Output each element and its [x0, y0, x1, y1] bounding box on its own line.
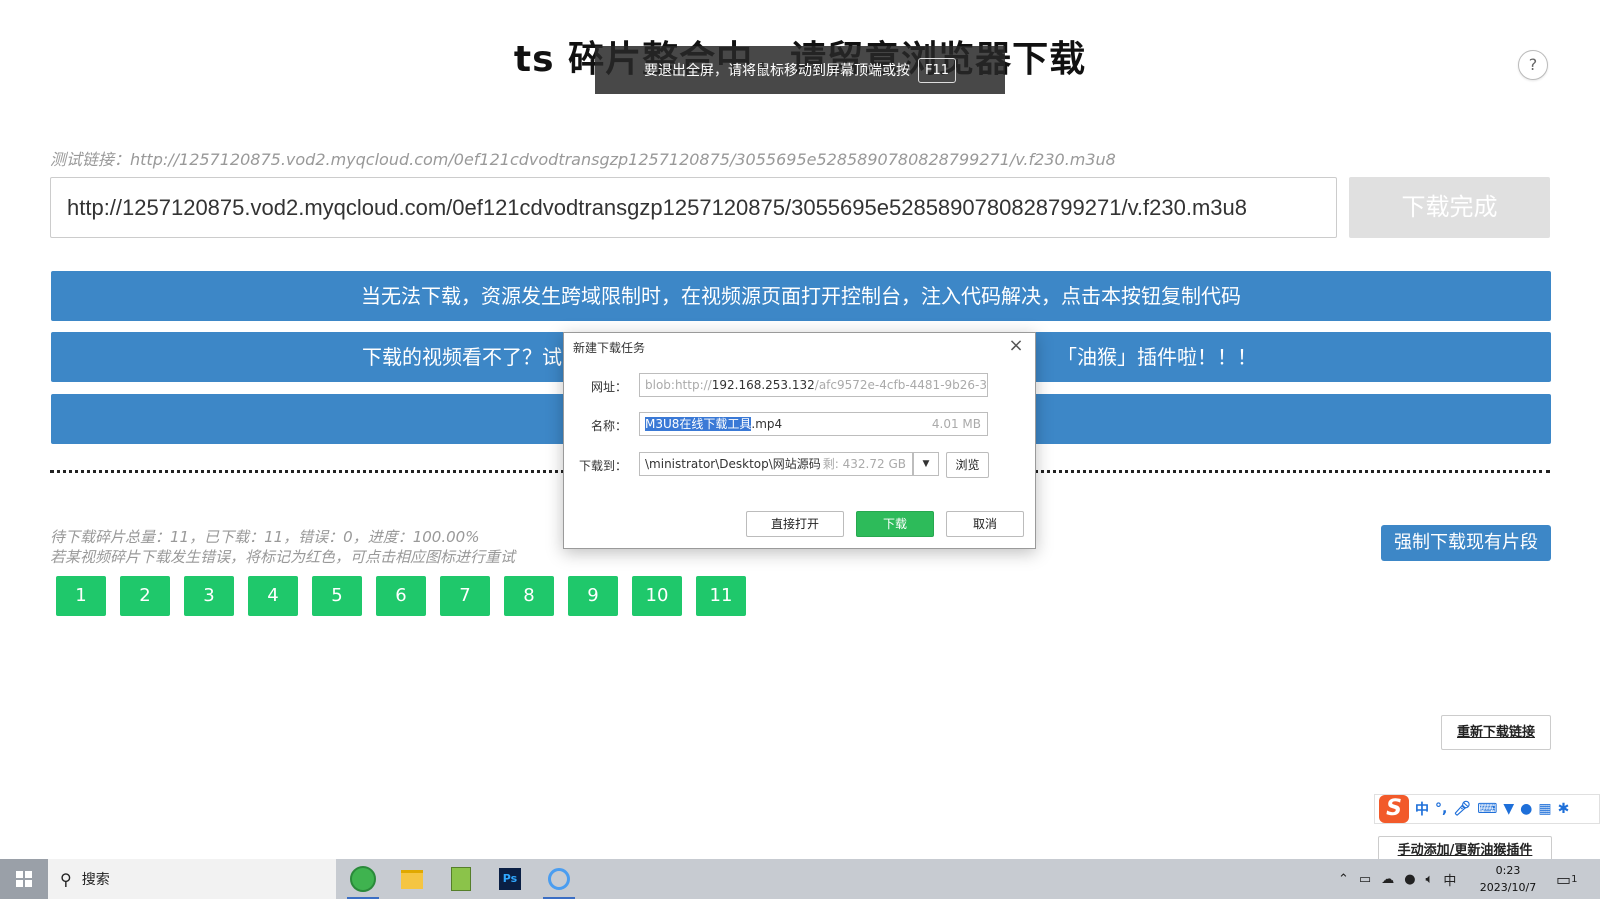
- segment-button[interactable]: 4: [248, 576, 298, 616]
- settings-icon[interactable]: ✱: [1558, 801, 1570, 817]
- download-complete-button[interactable]: 下载完成: [1349, 177, 1550, 238]
- photoshop-icon[interactable]: Ps: [490, 863, 530, 895]
- url-prefix: blob:http://: [645, 378, 712, 392]
- dialog-path-field[interactable]: \ministrator\Desktop\网站源码 剩: 432.72 GB: [639, 452, 913, 476]
- fullscreen-hint-text: 要退出全屏，请将鼠标移动到屏幕顶端或按: [643, 63, 910, 79]
- ime-mode-toggle[interactable]: 中: [1415, 799, 1429, 819]
- taskbar: ⚲ 搜索 Ps ⌃ ▭ ☁ ● 🔈︎ 中 0:23 2023/10/7 ▭ 1: [0, 859, 1600, 899]
- dialog-url-field[interactable]: blob:http://192.168.253.132/afc9572e-4cf…: [639, 373, 988, 397]
- path-value: \ministrator\Desktop\网站源码: [645, 457, 821, 471]
- skin-icon[interactable]: ▼: [1503, 801, 1514, 817]
- name-selected-text: M3U8在线下载工具: [645, 417, 752, 431]
- video-issue-right-text: 「油猴」插件啦！！！: [1057, 345, 1257, 369]
- clock-time: 0:23: [1495, 864, 1521, 877]
- cancel-button[interactable]: 取消: [946, 511, 1024, 537]
- windows-logo-icon: [16, 871, 32, 887]
- game-icon[interactable]: ●: [1520, 801, 1532, 817]
- sogou-ime-logo-icon[interactable]: S: [1379, 795, 1409, 823]
- notification-center-icon[interactable]: ▭ 1: [1556, 859, 1578, 899]
- microphone-icon[interactable]: 🎤︎: [1453, 801, 1471, 817]
- browse-button[interactable]: 浏览: [946, 452, 989, 478]
- error-hint: 若某视频碎片下载发生错误，将标记为红色，可点击相应图标进行重试: [50, 548, 516, 566]
- dialog-name-field[interactable]: M3U8在线下载工具.mp4 4.01 MB: [639, 412, 988, 436]
- segment-button[interactable]: 11: [696, 576, 746, 616]
- redownload-link-button[interactable]: 重新下载链接: [1441, 715, 1551, 750]
- segment-button[interactable]: 3: [184, 576, 234, 616]
- video-issue-left-text: 下载的视频看不了？试: [362, 345, 562, 369]
- cloud-drive-icon[interactable]: [539, 863, 579, 899]
- apps-grid-icon[interactable]: ▦: [1538, 801, 1551, 817]
- segment-button[interactable]: 7: [440, 576, 490, 616]
- cloud-tray-icon[interactable]: ☁: [1381, 872, 1394, 887]
- segment-list: 1 2 3 4 5 6 7 8 9 10 11: [56, 576, 746, 616]
- path-label: 下载到：: [578, 459, 627, 473]
- close-icon[interactable]: ×: [1007, 337, 1025, 355]
- fullscreen-exit-toast: 要退出全屏，请将鼠标移动到屏幕顶端或按 F11: [595, 46, 1005, 94]
- copy-cors-code-button[interactable]: 当无法下载，资源发生跨域限制时，在视频源页面打开控制台，注入代码解决，点击本按钮…: [51, 271, 1551, 321]
- free-space: 剩: 432.72 GB: [819, 453, 906, 475]
- url-suffix: /afc9572e-4cfb-4481-9b26-327: [814, 378, 988, 392]
- taskbar-clock[interactable]: 0:23 2023/10/7: [1472, 862, 1544, 896]
- system-tray: ⌃ ▭ ☁ ● 🔈︎ 中: [1338, 859, 1456, 899]
- help-button[interactable]: ?: [1518, 50, 1548, 80]
- taskbar-search[interactable]: ⚲ 搜索: [48, 859, 336, 899]
- test-link-text: 测试链接：http://1257120875.vod2.myqcloud.com…: [50, 150, 1116, 169]
- chevron-up-icon[interactable]: ⌃: [1338, 872, 1349, 887]
- editor-app-icon[interactable]: [441, 863, 481, 895]
- search-icon: ⚲: [60, 869, 72, 889]
- url-label: 网址：: [590, 380, 627, 394]
- segment-button[interactable]: 1: [56, 576, 106, 616]
- force-download-button[interactable]: 强制下载现有片段: [1381, 525, 1551, 561]
- m3u8-url-input[interactable]: http://1257120875.vod2.myqcloud.com/0ef1…: [50, 177, 1337, 238]
- ime-toolbar: S 中 °, 🎤︎ ⌨︎ ▼ ● ▦ ✱: [1374, 794, 1600, 824]
- segment-button[interactable]: 8: [504, 576, 554, 616]
- input-language[interactable]: 中: [1443, 870, 1456, 889]
- keyboard-icon[interactable]: ⌨︎: [1477, 801, 1497, 817]
- name-label: 名称：: [590, 419, 627, 433]
- notification-count: 1: [1571, 873, 1578, 885]
- open-directly-button[interactable]: 直接打开: [746, 511, 844, 537]
- name-extension: .mp4: [751, 417, 783, 431]
- fullscreen-key: F11: [917, 57, 957, 83]
- volume-icon[interactable]: 🔈︎: [1426, 872, 1434, 887]
- browser-app-icon[interactable]: [343, 863, 383, 899]
- segment-button[interactable]: 10: [632, 576, 682, 616]
- segment-button[interactable]: 9: [568, 576, 618, 616]
- punctuation-icon[interactable]: °,: [1435, 801, 1447, 817]
- search-label: 搜索: [81, 872, 110, 888]
- download-button[interactable]: 下载: [856, 511, 934, 537]
- network-icon[interactable]: ▭: [1359, 872, 1371, 887]
- new-download-dialog: 新建下载任务 × 网址： blob:http://192.168.253.132…: [563, 332, 1036, 549]
- file-explorer-icon[interactable]: [392, 863, 432, 895]
- download-summary: 待下载碎片总量：11，已下载：11，错误：0，进度：100.00%: [50, 528, 480, 546]
- segment-button[interactable]: 6: [376, 576, 426, 616]
- segment-button[interactable]: 2: [120, 576, 170, 616]
- file-size: 4.01 MB: [931, 417, 981, 431]
- path-dropdown-icon[interactable]: ▼: [913, 452, 939, 476]
- dialog-title: 新建下载任务: [573, 341, 646, 355]
- clock-date: 2023/10/7: [1479, 881, 1537, 894]
- segment-button[interactable]: 5: [312, 576, 362, 616]
- photoshop-label: Ps: [499, 868, 521, 890]
- start-button[interactable]: [0, 859, 48, 899]
- qq-icon[interactable]: ●: [1404, 872, 1415, 887]
- url-host: 192.168.253.132: [711, 378, 815, 392]
